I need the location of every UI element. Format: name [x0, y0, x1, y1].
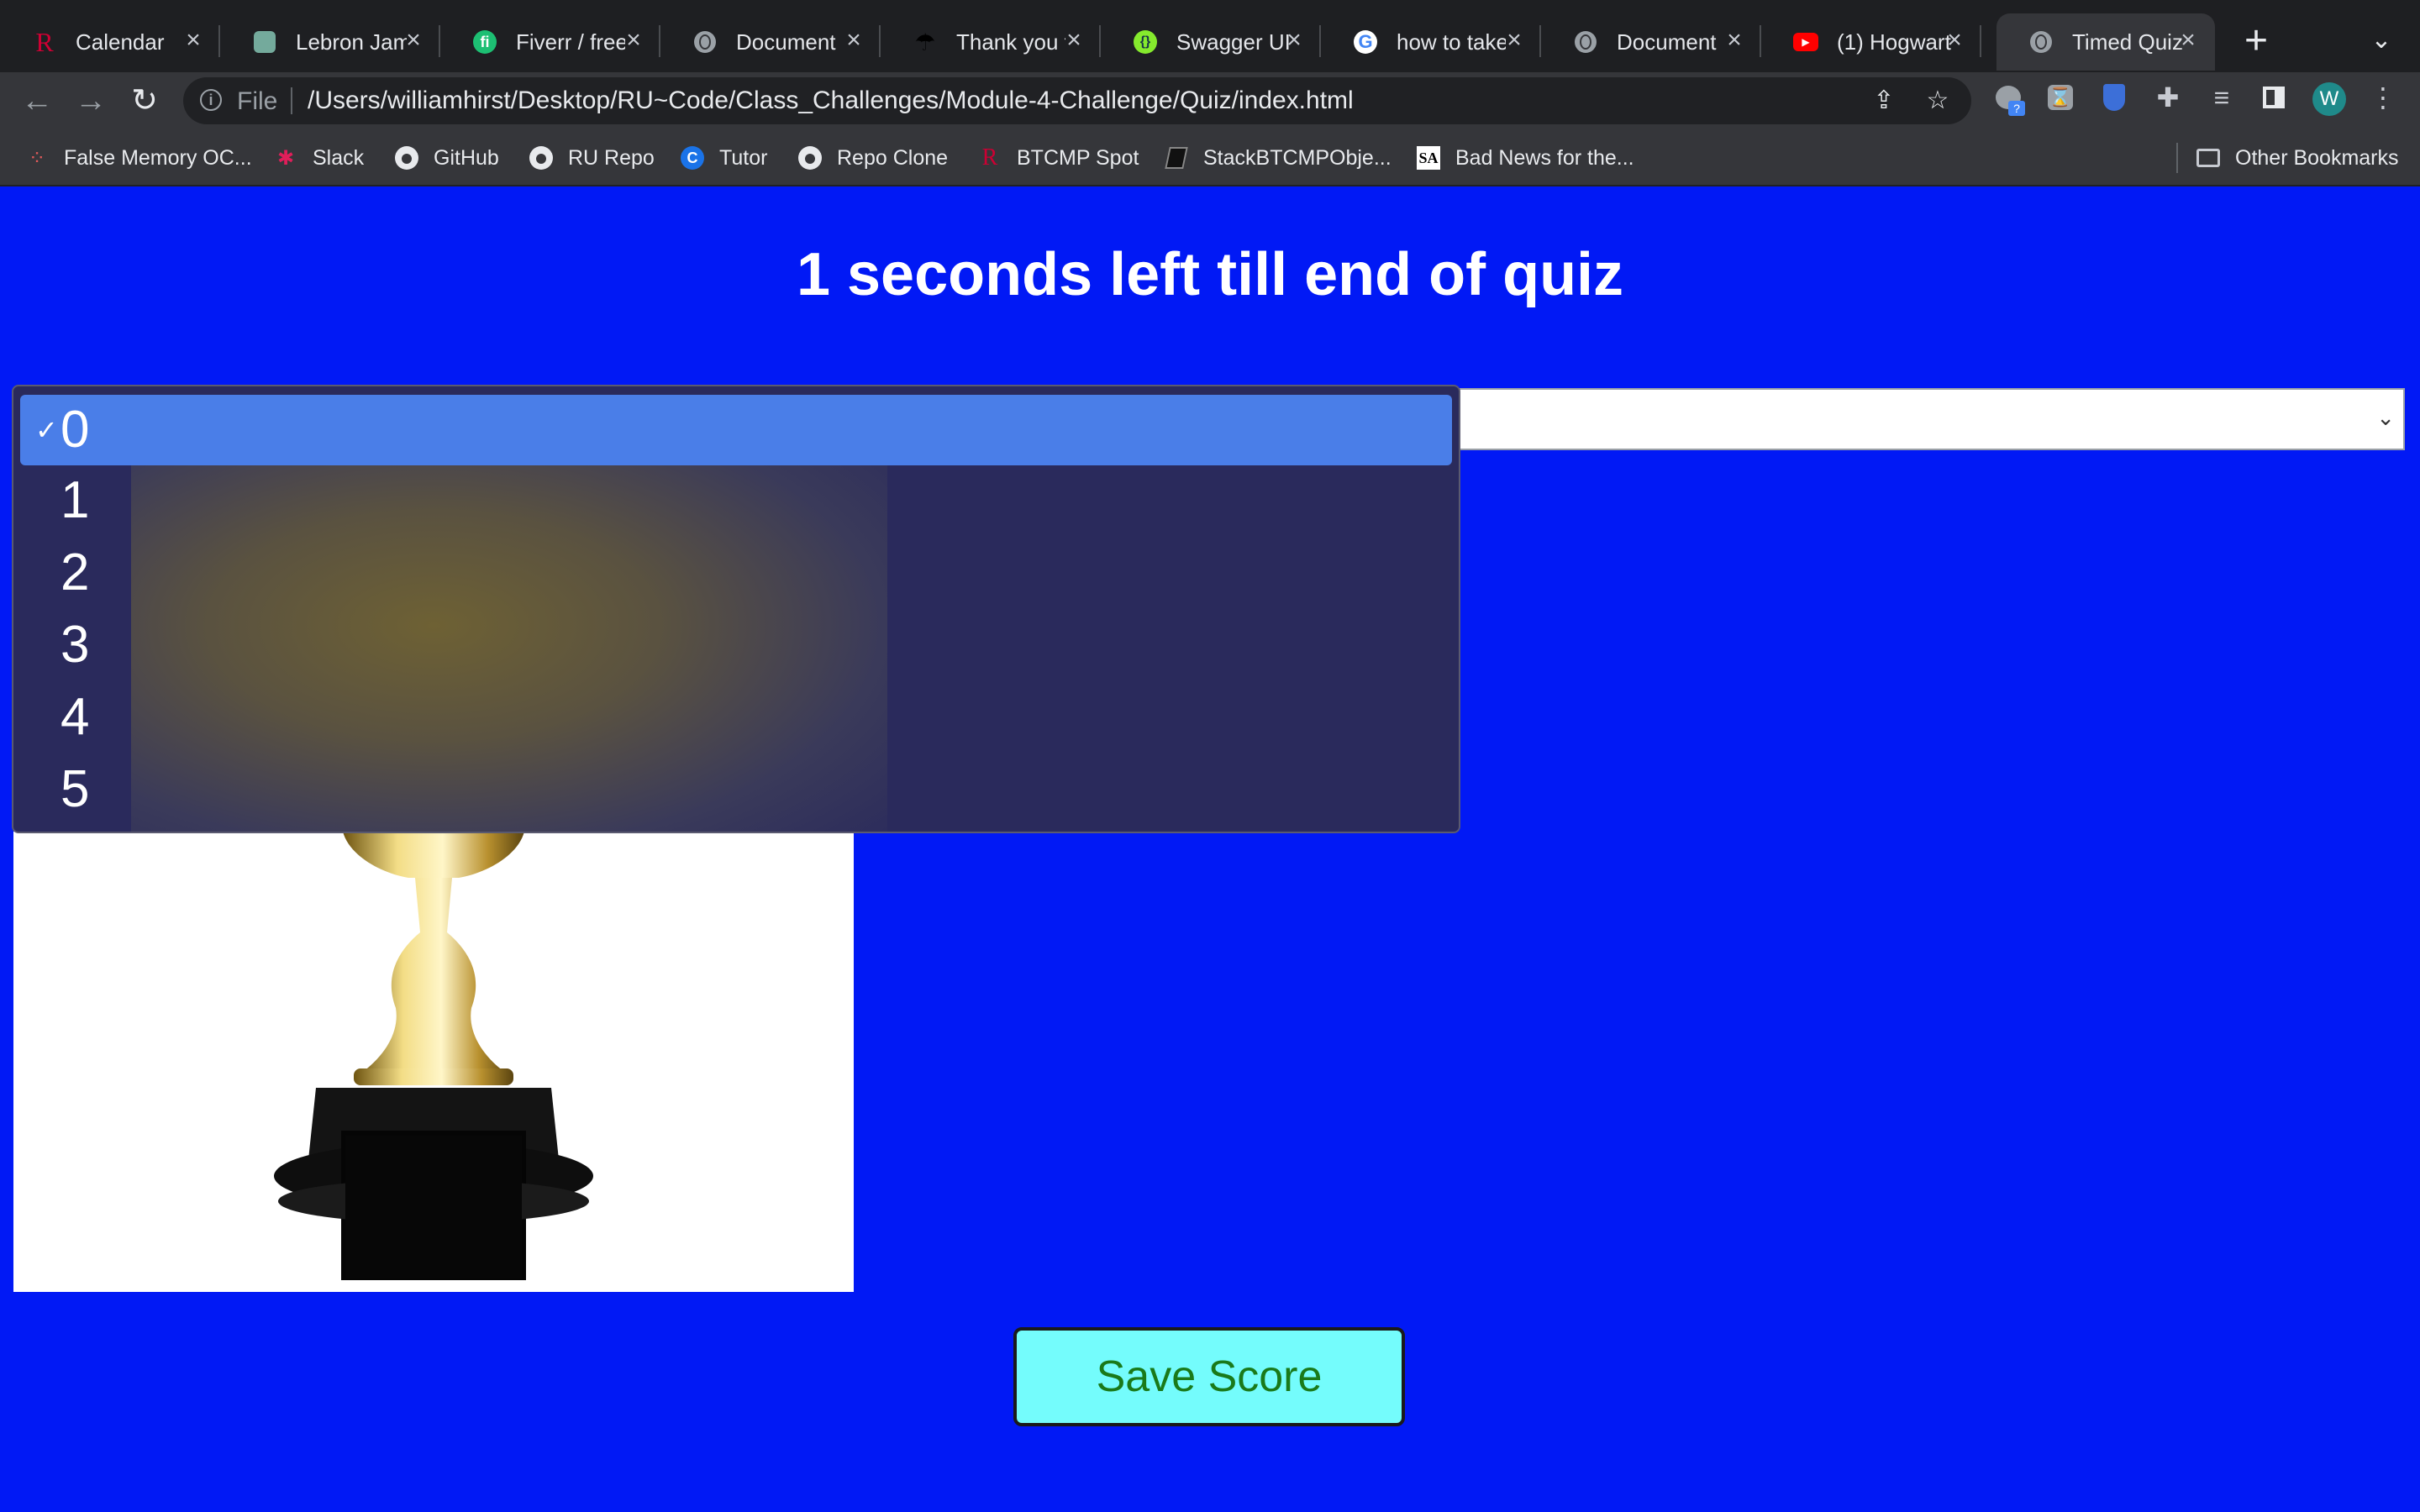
- dots-grid-icon: ⁘: [28, 146, 46, 170]
- rutgers-icon: R: [981, 144, 998, 171]
- fiverr-icon: fi: [472, 29, 497, 55]
- tab-strip: R Calendar × Lebron James × fi Fiverr / …: [0, 0, 2420, 72]
- tab-timed-quiz[interactable]: Timed Quiz ×: [1996, 13, 2215, 71]
- address-bar[interactable]: i File /Users/williamhirst/Desktop/RU~Co…: [183, 77, 1971, 124]
- chevron-down-icon[interactable]: ⌄: [2376, 405, 2395, 431]
- bookmarks-divider: [2176, 143, 2178, 173]
- bookmark-ru-repo[interactable]: RU Repo: [529, 141, 655, 175]
- tab-swagger[interactable]: {} Swagger UI ×: [1101, 13, 1321, 71]
- tab-close-icon[interactable]: ×: [1943, 28, 1966, 53]
- bookmark-repo-clone[interactable]: Repo Clone: [798, 141, 948, 175]
- media-playlist-icon[interactable]: ≡: [2205, 81, 2238, 114]
- tab-close-icon[interactable]: ×: [1502, 28, 1526, 53]
- tab-hogwarts[interactable]: ▶ (1) Hogwarts ×: [1761, 13, 1981, 71]
- bookmark-bad-news[interactable]: SA Bad News for the...: [1417, 141, 1634, 175]
- bookmark-false-memory[interactable]: ⁘ False Memory OC...: [25, 141, 252, 175]
- tutor-c-icon: C: [681, 146, 704, 170]
- extension-chat-icon[interactable]: ?: [1991, 81, 2025, 116]
- more-menu-icon[interactable]: ⋮: [2366, 81, 2400, 114]
- tab-close-icon[interactable]: ×: [1282, 28, 1306, 53]
- tab-close-icon[interactable]: ×: [842, 28, 865, 53]
- tab-close-icon[interactable]: ×: [1062, 28, 1086, 53]
- chatgpt-icon: [252, 29, 277, 55]
- google-icon: G: [1353, 29, 1378, 55]
- tab-close-icon[interactable]: ×: [2176, 28, 2200, 53]
- checkmark-icon: ✓: [35, 415, 58, 445]
- tab-close-icon[interactable]: ×: [1723, 28, 1746, 53]
- select-option-0[interactable]: ✓ 0: [20, 395, 1452, 465]
- select-option-1[interactable]: 1: [20, 465, 1452, 536]
- tab-fiverr[interactable]: fi Fiverr / freelancer ×: [440, 13, 660, 71]
- score-select-dropdown: ✓ 0 1 2 3 4 5: [12, 385, 1460, 833]
- bookmark-stack-btcmp[interactable]: StackBTCMPObje...: [1165, 141, 1392, 175]
- puzzle-extensions-icon[interactable]: ✚: [2151, 81, 2185, 114]
- trophy-icon: [274, 832, 593, 1280]
- url-separator: [291, 87, 292, 114]
- tab-close-icon[interactable]: ×: [622, 28, 645, 53]
- extension-hourglass-icon[interactable]: ⌛: [2044, 81, 2077, 114]
- github-icon: [798, 146, 822, 170]
- tab-document-1[interactable]: Document ×: [660, 13, 881, 71]
- tab-how-to-take[interactable]: G how to take ×: [1321, 13, 1541, 71]
- globe-icon: [1573, 29, 1598, 55]
- tab-lebron[interactable]: Lebron James ×: [220, 13, 440, 71]
- bookmark-btcmp-spot[interactable]: R BTCMP Spot: [978, 141, 1139, 175]
- side-panel-icon[interactable]: [2257, 81, 2291, 114]
- trophy-image: [13, 832, 854, 1292]
- github-icon: [529, 146, 553, 170]
- timer-heading: 1 seconds left till end of quiz: [796, 241, 1624, 308]
- select-option-5[interactable]: 5: [20, 754, 1452, 825]
- tab-close-icon[interactable]: ×: [402, 28, 425, 53]
- rutgers-icon: R: [35, 26, 54, 57]
- slack-icon: ✱: [276, 146, 295, 170]
- bitwarden-shield-icon[interactable]: [2097, 81, 2131, 114]
- bookmark-star-icon[interactable]: ☆: [1923, 86, 1953, 116]
- extension-badge: ?: [2008, 101, 2025, 116]
- globe-icon: [692, 29, 718, 55]
- select-option-2[interactable]: 2: [20, 538, 1452, 608]
- forward-arrow-icon[interactable]: →: [71, 81, 111, 121]
- bookmark-slack[interactable]: ✱ Slack: [274, 141, 364, 175]
- github-icon: [395, 146, 418, 170]
- share-icon[interactable]: ⇪: [1869, 86, 1899, 116]
- folder-icon: [2196, 146, 2220, 170]
- select-option-4[interactable]: 4: [20, 682, 1452, 753]
- info-icon[interactable]: i: [200, 89, 222, 111]
- url-text[interactable]: /Users/williamhirst/Desktop/RU~Code/Clas…: [308, 87, 1354, 115]
- book-icon: [1165, 146, 1188, 170]
- profile-avatar[interactable]: W: [2312, 82, 2346, 116]
- tab-separator: [1980, 25, 1981, 57]
- bookmarks-bar: ⁘ False Memory OC... ✱ Slack GitHub RU R…: [0, 129, 2420, 186]
- globe-icon: [2028, 29, 2054, 55]
- bookmark-tutor[interactable]: C Tutor: [681, 141, 767, 175]
- bookmark-github[interactable]: GitHub: [395, 141, 499, 175]
- reload-icon[interactable]: ↻: [124, 81, 165, 121]
- select-option-3[interactable]: 3: [20, 610, 1452, 680]
- swagger-icon: {}: [1133, 29, 1158, 55]
- mushroom-icon: ☂: [914, 29, 936, 55]
- save-score-button[interactable]: Save Score: [1013, 1327, 1405, 1426]
- tab-close-icon[interactable]: ×: [182, 28, 205, 53]
- tab-calendar[interactable]: R Calendar ×: [0, 13, 220, 71]
- bookmark-other[interactable]: Other Bookmarks: [2196, 141, 2399, 175]
- sa-logo-icon: SA: [1417, 146, 1440, 170]
- url-scheme-label: File: [237, 87, 278, 115]
- tab-thank-you[interactable]: ☂ Thank you for ×: [881, 13, 1101, 71]
- new-tab-button[interactable]: +: [2235, 20, 2277, 62]
- tab-search-chevron-icon[interactable]: ⌄: [2363, 22, 2400, 59]
- back-arrow-icon[interactable]: ←: [17, 81, 57, 121]
- youtube-icon: ▶: [1793, 29, 1818, 55]
- tab-document-2[interactable]: Document ×: [1541, 13, 1761, 71]
